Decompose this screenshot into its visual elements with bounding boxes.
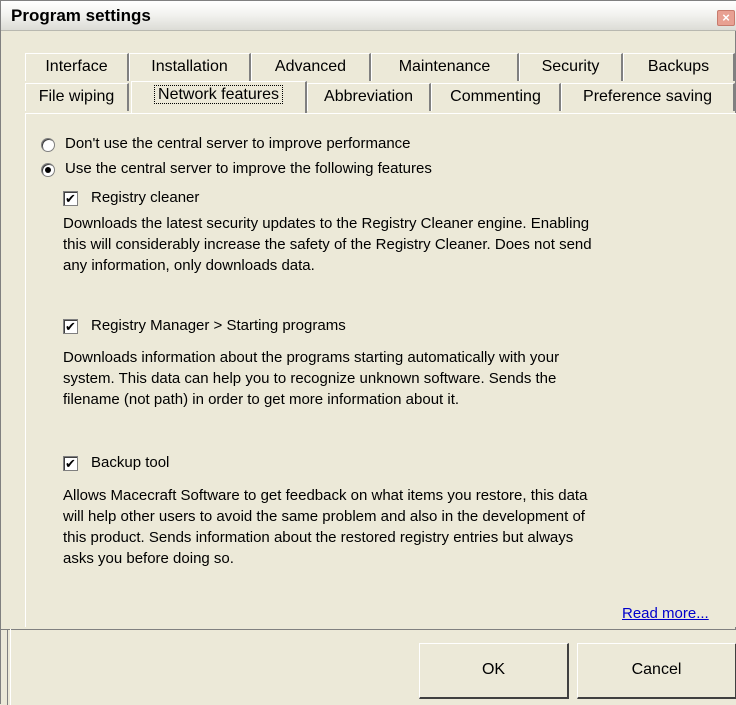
description-line: Downloads information about the programs… [63, 349, 560, 366]
tab-interface[interactable]: Interface [25, 53, 129, 81]
description-line: filename (not path) in order to get more… [63, 391, 460, 408]
startup-programs-checkbox[interactable]: ✔ [63, 319, 78, 334]
backup-tool-checkbox[interactable]: ✔ [63, 456, 78, 471]
registry-cleaner-label: Registry cleaner [91, 189, 200, 206]
description-line: this will considerably increase the safe… [63, 236, 592, 253]
tab-backups[interactable]: Backups [623, 53, 735, 81]
description-line: asks you before doing so. [63, 550, 234, 567]
cancel-button[interactable]: Cancel [577, 643, 736, 699]
program-settings-window: Program settings × Interface Installatio… [0, 0, 736, 705]
radio-button-enable[interactable] [41, 163, 55, 177]
tab-label: Installation [151, 58, 228, 75]
startup-programs-label: Registry Manager > Starting programs [91, 317, 346, 334]
read-more-link[interactable]: Read more... [622, 605, 709, 622]
description-line: system. This data can help you to recogn… [63, 370, 557, 387]
tab-label: Preference saving [583, 88, 712, 105]
description-line: any information, only downloads data. [63, 257, 315, 274]
radio-label-enable: Use the central server to improve the fo… [65, 160, 432, 177]
tab-label: Backups [647, 58, 710, 75]
tab-network-features[interactable]: Network features [131, 81, 307, 113]
close-icon[interactable]: × [717, 10, 735, 26]
startup-programs-description: Downloads information about the programs… [63, 347, 723, 410]
backup-tool-label: Backup tool [91, 454, 170, 471]
tab-label: Advanced [274, 58, 347, 75]
window-title: Program settings [11, 6, 151, 25]
radio-label-disable: Don't use the central server to improve … [65, 135, 411, 152]
registry-cleaner-description: Downloads the latest security updates to… [63, 213, 723, 276]
radio-button-disable[interactable] [41, 138, 55, 152]
tab-label: Maintenance [398, 58, 491, 75]
tab-security[interactable]: Security [519, 53, 623, 81]
description-line: will help other users to avoid the same … [63, 508, 585, 525]
tab-label: Security [541, 58, 600, 75]
tab-installation[interactable]: Installation [129, 53, 251, 81]
tab-file-wiping[interactable]: File wiping [25, 83, 129, 111]
tab-advanced[interactable]: Advanced [251, 53, 371, 81]
ok-button[interactable]: OK [419, 643, 569, 699]
tab-abbreviation[interactable]: Abbreviation [307, 83, 431, 111]
tab-label: Commenting [450, 88, 541, 105]
backup-tool-description: Allows Macecraft Software to get feedbac… [63, 485, 723, 569]
tab-label: Interface [45, 58, 108, 75]
description-line: Downloads the latest security updates to… [63, 215, 590, 232]
tab-commenting[interactable]: Commenting [431, 83, 561, 111]
title-bar[interactable]: Program settings × [1, 1, 736, 31]
tab-label: Abbreviation [324, 88, 413, 105]
tab-preference-saving[interactable]: Preference saving [561, 83, 735, 111]
tab-maintenance[interactable]: Maintenance [371, 53, 519, 81]
tab-label: Network features [154, 85, 283, 104]
description-line: this product. Sends information about th… [63, 529, 574, 546]
footer-divider [7, 629, 11, 705]
description-line: Allows Macecraft Software to get feedbac… [63, 487, 588, 504]
tab-label: File wiping [38, 88, 115, 105]
radio-dot [45, 167, 51, 173]
registry-cleaner-checkbox[interactable]: ✔ [63, 191, 78, 206]
